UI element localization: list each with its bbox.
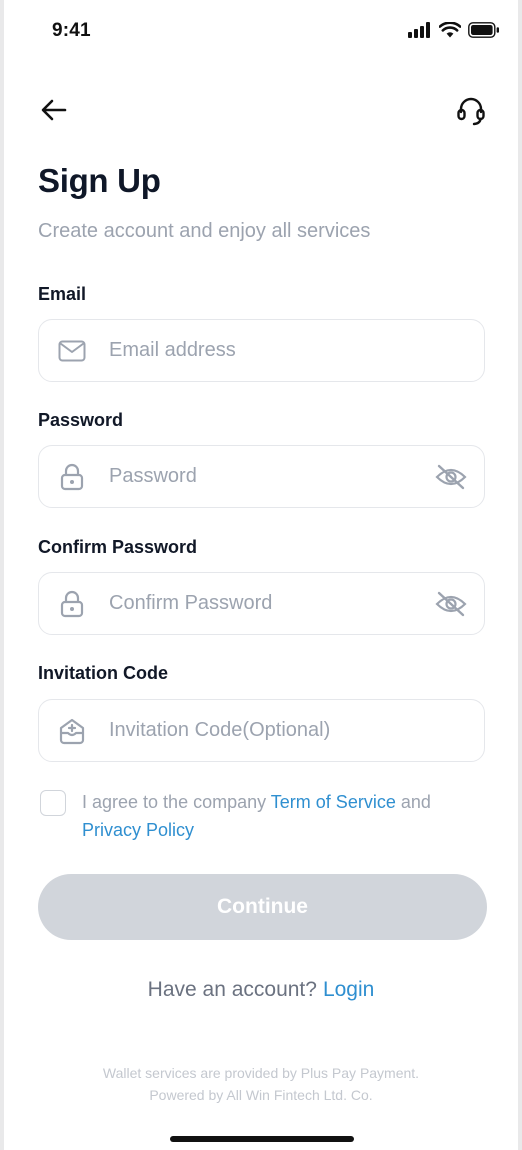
arrow-left-icon: [41, 99, 67, 121]
password-input[interactable]: [109, 446, 429, 507]
signup-screen: 9:41 Sign Up Create account and enjoy al…: [4, 0, 518, 1150]
status-icons: [408, 22, 500, 38]
continue-button[interactable]: Continue: [38, 874, 487, 940]
agreement-text-before: I agree to the company: [82, 792, 271, 812]
email-label: Email: [38, 284, 87, 304]
headset-icon: [457, 97, 485, 126]
eye-off-icon: [435, 591, 467, 616]
cellular-signal-icon: [408, 22, 430, 38]
password-field: [38, 445, 485, 508]
login-link[interactable]: Login: [323, 978, 374, 1001]
confirm-password-label: Confirm Password: [38, 537, 198, 557]
support-button[interactable]: [454, 94, 488, 128]
home-indicator: [170, 1136, 354, 1142]
page-title: Sign Up: [38, 162, 161, 199]
eye-off-icon: [435, 464, 467, 489]
agreement-text: I agree to the company Term of Service a…: [82, 788, 462, 844]
invitation-code-input[interactable]: [109, 700, 429, 761]
page-subtitle: Create account and enjoy all services: [38, 220, 371, 242]
email-field: [38, 319, 485, 382]
lock-icon: [57, 589, 87, 619]
confirm-password-visibility-toggle[interactable]: [434, 587, 468, 621]
agreement-text-middle: and: [395, 792, 431, 812]
agreement-checkbox[interactable]: [40, 790, 66, 816]
footer-line-1: Wallet services are provided by Plus Pay…: [102, 1065, 420, 1081]
confirm-password-input[interactable]: [109, 573, 429, 634]
terms-of-service-link[interactable]: Term of Service: [271, 792, 396, 812]
password-visibility-toggle[interactable]: [434, 460, 468, 494]
footer-line-2: Powered by All Win Fintech Ltd. Co.: [149, 1087, 373, 1103]
login-prompt: Have an account?: [147, 978, 317, 1001]
footer: Wallet services are provided by Plus Pay…: [4, 1062, 518, 1106]
mail-icon: [57, 336, 87, 366]
lock-icon: [57, 462, 87, 492]
battery-icon: [468, 22, 499, 38]
status-time: 9:41: [52, 20, 91, 41]
password-label: Password: [38, 410, 124, 430]
wifi-icon: [439, 22, 461, 38]
login-row: Have an account? Login: [4, 978, 518, 1002]
privacy-policy-link[interactable]: Privacy Policy: [82, 820, 194, 840]
invitation-code-label: Invitation Code: [38, 663, 168, 683]
invitation-code-field: [38, 699, 485, 762]
email-input[interactable]: [109, 320, 429, 381]
gift-box-icon: [57, 716, 87, 746]
back-button[interactable]: [38, 94, 70, 126]
confirm-password-field: [38, 572, 485, 635]
